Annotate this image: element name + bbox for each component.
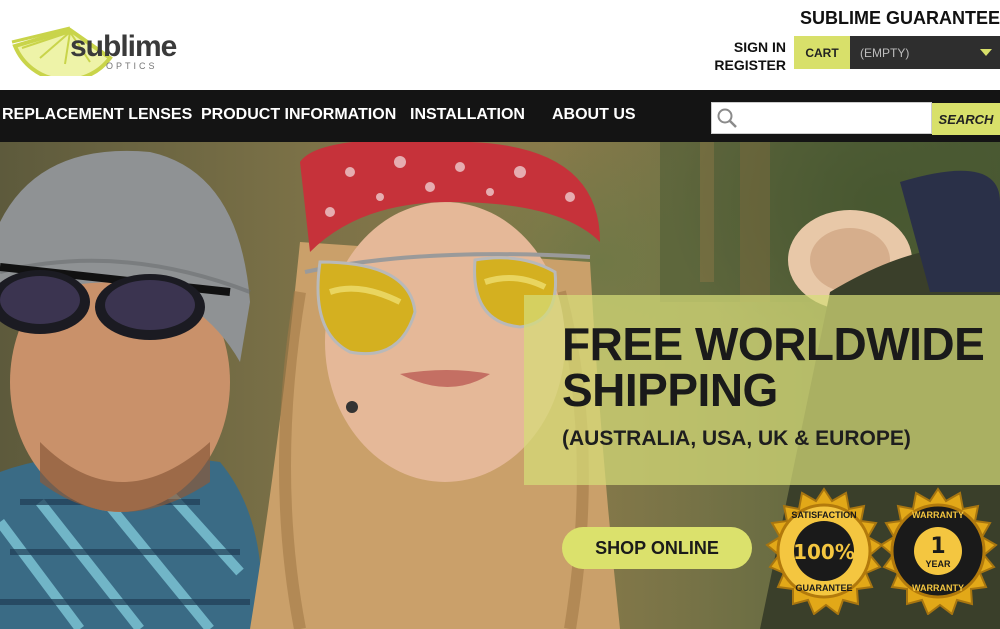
promo-title-line-1: FREE WORLDWIDE — [562, 318, 985, 370]
badge-2-center: 1 — [930, 534, 945, 559]
promo-title-line-2: SHIPPING — [562, 364, 778, 416]
badge-2-top: WARRANTY — [912, 510, 964, 520]
promo-panel: FREE WORLDWIDE SHIPPING (AUSTRALIA, USA,… — [524, 295, 1000, 485]
search-input[interactable] — [711, 102, 932, 134]
badge-1-center: 100% — [793, 540, 855, 564]
badge-2-bottom: WARRANTY — [912, 583, 964, 593]
account-links: SIGN IN REGISTER — [712, 38, 786, 74]
hero-banner: FREE WORLDWIDE SHIPPING (AUSTRALIA, USA,… — [0, 142, 1000, 629]
nav-item-replacement-lenses[interactable]: REPLACEMENT LENSES — [2, 90, 192, 142]
logo-tagline: OPTICS — [106, 61, 158, 71]
cart-dropdown[interactable]: (EMPTY) — [850, 36, 1000, 69]
badge-2-center-sub: YEAR — [925, 559, 951, 569]
site-logo[interactable]: sublime OPTICS — [10, 8, 177, 76]
badge-1-bottom: GUARANTEE — [795, 583, 852, 593]
promo-subtitle: (AUSTRALIA, USA, UK & EUROPE) — [562, 427, 911, 450]
main-nav: REPLACEMENT LENSES PRODUCT INFORMATION I… — [0, 90, 1000, 142]
badge-1-top: SATISFACTION — [791, 510, 856, 520]
satisfaction-guarantee-badge-icon: 100% SATISFACTION GUARANTEE — [765, 487, 884, 615]
search-button[interactable]: SEARCH — [932, 103, 1000, 135]
register-link[interactable]: REGISTER — [712, 56, 786, 74]
nav-item-about-us[interactable]: ABOUT US — [552, 90, 636, 142]
promo-title: FREE WORLDWIDE SHIPPING — [562, 318, 985, 416]
search-icon — [717, 108, 737, 128]
cart-status: (EMPTY) — [860, 45, 910, 60]
shop-online-button[interactable]: SHOP ONLINE — [562, 527, 752, 569]
warranty-badge-icon: 1 YEAR WARRANTY WARRANTY — [879, 487, 998, 615]
cart-button[interactable]: CART — [794, 36, 850, 69]
sublime-guarantee-link[interactable]: SUBLIME GUARANTEE — [800, 8, 1000, 29]
nav-item-product-information[interactable]: PRODUCT INFORMATION — [201, 90, 396, 142]
nav-item-installation[interactable]: INSTALLATION — [410, 90, 525, 142]
site-header: sublime OPTICS SUBLIME GUARANTEE SIGN IN… — [0, 0, 1000, 90]
logo-wordmark: sublime — [70, 30, 177, 63]
sign-in-link[interactable]: SIGN IN — [712, 38, 786, 56]
chevron-down-icon — [980, 49, 992, 56]
